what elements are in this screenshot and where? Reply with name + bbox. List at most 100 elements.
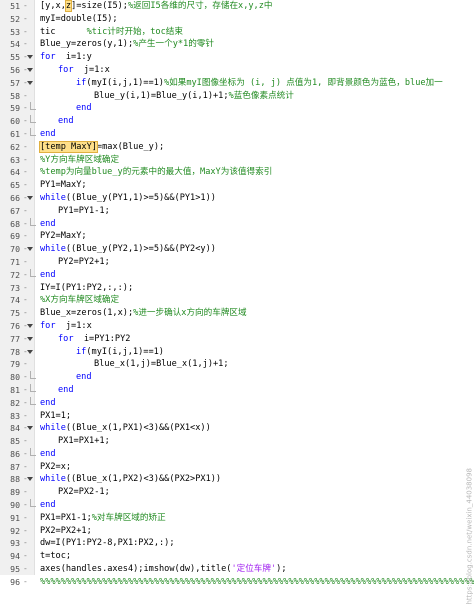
code-text[interactable]: myI=double(I5); <box>40 13 118 26</box>
breakpoint-marker[interactable]: - <box>23 563 28 576</box>
code-line[interactable]: 55- for i=1:y <box>0 51 474 64</box>
code-text[interactable]: end <box>76 102 92 115</box>
code-line[interactable]: 59- end <box>0 102 474 115</box>
breakpoint-marker[interactable]: - <box>23 282 28 295</box>
fold-toggle-icon[interactable] <box>27 323 34 329</box>
code-text[interactable]: if(myI(i,j,1)==1)%如果myI图像坐标为 (i, j) 点值为1… <box>76 77 443 90</box>
breakpoint-marker[interactable]: - <box>23 115 28 128</box>
code-text[interactable]: PY1=PY1-1; <box>58 205 110 218</box>
code-text[interactable]: t=toc; <box>40 550 71 563</box>
breakpoint-marker[interactable]: - <box>23 410 28 423</box>
breakpoint-marker[interactable]: - <box>23 218 28 231</box>
code-line[interactable]: 88- while((Blue_x(1,PX2)<3)&&(PX2>PX1)) <box>0 473 474 486</box>
code-text[interactable]: %Y方向车牌区域确定 <box>40 154 119 167</box>
code-lines[interactable]: 51- [y,x,z]=size(I5);%返回I5各维的尺寸，存储在x,y,z中… <box>0 0 474 589</box>
code-text[interactable]: end <box>76 371 92 384</box>
code-line[interactable]: 85- PX1=PX1+1; <box>0 435 474 448</box>
code-text[interactable]: %X方向车牌区域确定 <box>40 294 119 307</box>
code-line[interactable]: 89- PX2=PX2-1; <box>0 486 474 499</box>
code-line[interactable]: 69- PY2=MaxY; <box>0 230 474 243</box>
fold-toggle-icon[interactable] <box>27 477 34 482</box>
code-line[interactable]: 57- if(myI(i,j,1)==1)%如果myI图像坐标为 (i, j) 点… <box>0 77 474 90</box>
code-text[interactable]: %%%%%%%%%%%%%%%%%%%%%%%%%%%%%%%%%%%%%%%%… <box>40 576 474 589</box>
code-text[interactable]: end <box>58 115 74 128</box>
code-line[interactable]: 58- Blue_y(i,1)=Blue_y(i,1)+1;%蓝色像素点统计 <box>0 90 474 103</box>
code-text[interactable]: PX1=1; <box>40 410 71 423</box>
breakpoint-marker[interactable]: - <box>23 371 28 384</box>
code-line[interactable]: 64- %temp为向量blue_y的元素中的最大值，MaxY为该值得索引 <box>0 166 474 179</box>
breakpoint-marker[interactable]: - <box>23 525 28 538</box>
breakpoint-marker[interactable]: - <box>23 435 28 448</box>
breakpoint-marker[interactable]: - <box>23 26 28 39</box>
code-line[interactable]: 86- end <box>0 447 474 461</box>
code-text[interactable]: Blue_x(1,j)=Blue_x(1,j)+1; <box>94 358 229 371</box>
code-line[interactable]: 93- dw=I(PY1:PY2-8,PX1:PX2,:); <box>0 537 474 550</box>
fold-toggle-icon[interactable] <box>27 55 34 60</box>
code-line[interactable]: 74- %X方向车牌区域确定 <box>0 294 474 307</box>
breakpoint-marker[interactable]: - <box>23 499 28 512</box>
breakpoint-marker[interactable]: - <box>23 90 28 103</box>
code-text[interactable]: PY2=MaxY; <box>40 230 87 243</box>
code-line[interactable]: 63- %Y方向车牌区域确定 <box>0 154 474 167</box>
code-line[interactable]: 68- end <box>0 217 474 231</box>
code-line[interactable]: 96-%%%%%%%%%%%%%%%%%%%%%%%%%%%%%%%%%%%%%… <box>0 576 474 589</box>
breakpoint-marker[interactable]: - <box>23 358 28 371</box>
code-text[interactable]: PX2=x; <box>40 461 71 474</box>
code-line[interactable]: 81- end <box>0 383 474 397</box>
breakpoint-marker[interactable]: - <box>23 576 28 589</box>
code-text[interactable]: [y,x,z]=size(I5);%返回I5各维的尺寸，存储在x,y,z中 <box>40 0 273 13</box>
code-text[interactable]: for j=1:x <box>58 64 110 77</box>
code-line[interactable]: 84- while((Blue_x(1,PX1)<3)&&(PX1<x)) <box>0 422 474 435</box>
code-text[interactable]: end <box>40 397 56 410</box>
code-line[interactable]: 78- if(myI(i,j,1)==1) <box>0 346 474 359</box>
code-text[interactable]: end <box>40 499 56 512</box>
fold-toggle-icon[interactable] <box>27 247 34 252</box>
breakpoint-marker[interactable]: - <box>23 102 28 115</box>
fold-toggle-icon[interactable] <box>27 336 34 342</box>
code-text[interactable]: for i=PY1:PY2 <box>58 333 130 346</box>
code-text[interactable]: Blue_y=zeros(y,1);%产生一个y*1的零针 <box>40 38 214 51</box>
code-line[interactable]: 94- t=toc; <box>0 550 474 563</box>
fold-toggle-icon[interactable] <box>27 349 34 355</box>
code-line[interactable]: 60- end <box>0 115 474 128</box>
code-line[interactable]: 52- myI=double(I5); <box>0 13 474 26</box>
code-line[interactable]: 79- Blue_x(1,j)=Blue_x(1,j)+1; <box>0 358 474 371</box>
code-editor[interactable]: 51- [y,x,z]=size(I5);%返回I5各维的尺寸，存储在x,y,z中… <box>0 0 474 605</box>
code-line[interactable]: 76- for j=1:x <box>0 320 474 333</box>
breakpoint-marker[interactable]: - <box>23 141 28 154</box>
breakpoint-marker[interactable]: - <box>23 512 28 525</box>
code-line[interactable]: 92- PX2=PX2+1; <box>0 525 474 538</box>
code-text[interactable]: while((Blue_y(PY2,1)>=5)&&(PY2<y)) <box>40 243 216 256</box>
code-text[interactable]: PX2=PX2-1; <box>58 486 110 499</box>
code-line[interactable]: 91- PX1=PX1-1;%对车牌区域的矫正 <box>0 512 474 525</box>
code-text[interactable]: Blue_y(i,1)=Blue_y(i,1)+1;%蓝色像素点统计 <box>94 90 294 103</box>
code-line[interactable]: 87- PX2=x; <box>0 461 474 474</box>
code-line[interactable]: 54- Blue_y=zeros(y,1);%产生一个y*1的零针 <box>0 38 474 51</box>
code-text[interactable]: axes(handles.axes4);imshow(dw),title('定位… <box>40 563 287 576</box>
fold-toggle-icon[interactable] <box>27 195 34 201</box>
breakpoint-marker[interactable]: - <box>23 166 28 179</box>
code-text[interactable]: PY2=PY2+1; <box>58 256 110 269</box>
breakpoint-marker[interactable]: - <box>23 179 28 192</box>
code-line[interactable]: 67- PY1=PY1-1; <box>0 205 474 218</box>
code-text[interactable]: for i=1:y <box>40 51 92 64</box>
code-line[interactable]: 72- end <box>0 268 474 282</box>
code-text[interactable]: end <box>40 218 56 231</box>
breakpoint-marker[interactable]: - <box>23 13 28 26</box>
code-text[interactable]: tic %tic计时开始，toc结束 <box>40 26 183 39</box>
code-line[interactable]: 90- end <box>0 499 474 512</box>
code-line[interactable]: 95- axes(handles.axes4);imshow(dw),title(… <box>0 563 474 576</box>
code-text[interactable]: end <box>40 128 56 141</box>
code-line[interactable]: 61- end <box>0 127 474 141</box>
breakpoint-marker[interactable]: - <box>23 486 28 499</box>
code-line[interactable]: 53- tic %tic计时开始，toc结束 <box>0 26 474 39</box>
code-text[interactable]: PX1=PX1+1; <box>58 435 110 448</box>
breakpoint-marker[interactable]: - <box>23 269 28 282</box>
code-text[interactable]: while((Blue_x(1,PX1)<3)&&(PX1<x)) <box>40 422 211 435</box>
code-text[interactable]: end <box>58 384 74 397</box>
code-text[interactable]: for j=1:x <box>40 320 92 333</box>
breakpoint-marker[interactable]: - <box>23 205 28 218</box>
code-text[interactable]: %temp为向量blue_y的元素中的最大值，MaxY为该值得索引 <box>40 166 272 179</box>
code-line[interactable]: 75- Blue_x=zeros(1,x);%进一步确认x方向的车牌区域 <box>0 307 474 320</box>
code-text[interactable]: PY1=MaxY; <box>40 179 87 192</box>
